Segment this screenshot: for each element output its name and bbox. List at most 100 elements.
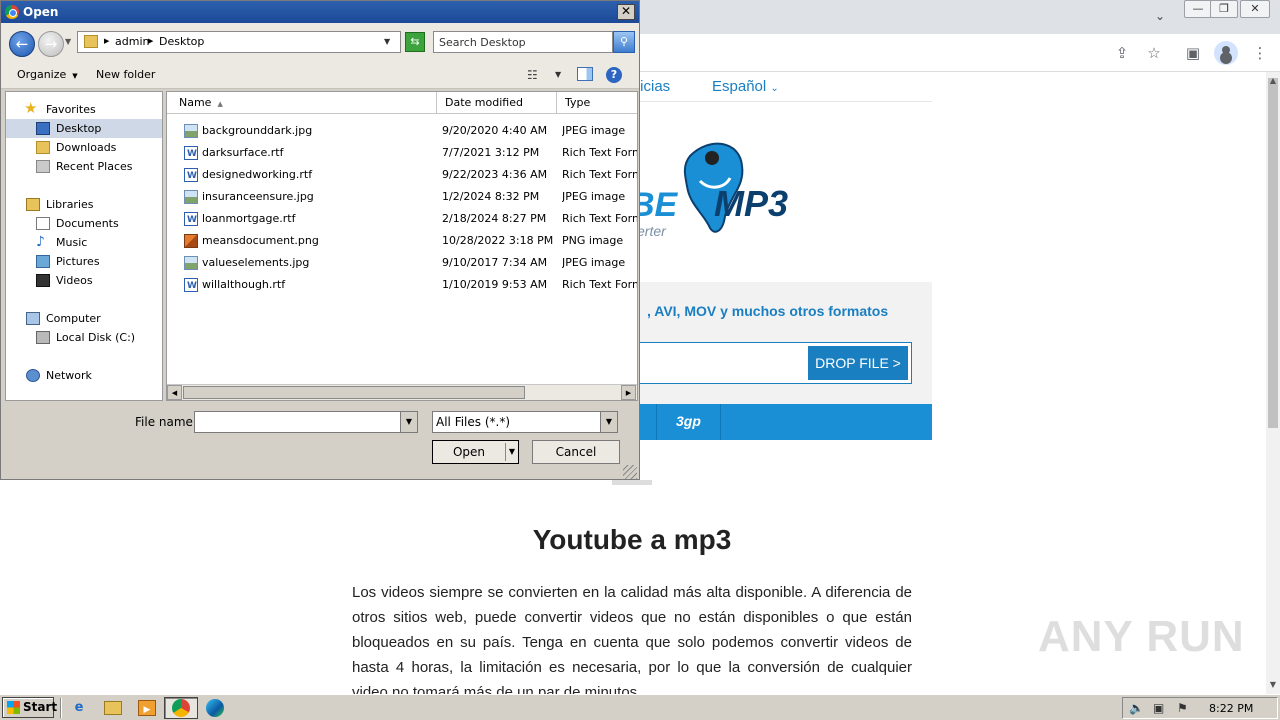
profile-avatar[interactable] [1214, 41, 1238, 65]
nav-local-disk[interactable]: Local Disk (C:) [6, 328, 162, 347]
nav-favorites[interactable]: ★ Favorites [6, 99, 162, 119]
nav-pictures[interactable]: Pictures [6, 252, 162, 271]
new-folder-button[interactable]: New folder [96, 68, 155, 81]
window-close-button[interactable]: ✕ [1240, 0, 1270, 18]
network-tray-icon[interactable]: ▣ [1153, 701, 1164, 715]
nav-videos[interactable]: Videos [6, 271, 162, 290]
scroll-up-icon[interactable]: ▲ [1268, 76, 1278, 85]
file-date: 7/7/2021 3:12 PM [442, 146, 540, 159]
preview-pane-icon[interactable] [577, 67, 593, 81]
file-row[interactable]: valueselements.jpg 9/10/2017 7:34 AM JPEG … [167, 252, 637, 274]
help-icon[interactable]: ? [606, 67, 622, 83]
edge-icon[interactable] [206, 699, 224, 717]
formats-text: , AVI, MOV y muchos otros formatos [647, 303, 889, 319]
file-type: PNG image [562, 234, 624, 247]
volume-icon[interactable]: 🔈 [1129, 701, 1144, 715]
dialog-titlebar[interactable]: Open ✕ [1, 1, 639, 23]
horizontal-scrollbar[interactable]: ◀ ▶ [167, 384, 637, 400]
clock[interactable]: 8:22 PM [1209, 702, 1253, 715]
file-name: backgrounddark.jpg [202, 124, 313, 137]
refresh-icon[interactable]: ⇆ [405, 32, 425, 52]
column-header-name[interactable]: Name ▲ [167, 92, 437, 114]
rtf-file-icon [184, 275, 198, 297]
open-options-dropdown-icon[interactable]: ▼ [507, 441, 517, 463]
file-row[interactable]: insuranceensure.jpg 1/2/2024 8:32 PM JPEG … [167, 186, 637, 208]
jpg-file-icon [184, 190, 198, 204]
format-3gp[interactable]: 3gp [676, 413, 701, 429]
file-list: Name ▲ Date modified Type backgrounddark.… [166, 91, 638, 401]
file-row[interactable]: darksurface.rtf 7/7/2021 3:12 PM Rich Text… [167, 142, 637, 165]
share-icon[interactable]: ⇪ [1111, 42, 1133, 64]
side-panel-icon[interactable]: ▣ [1182, 42, 1204, 64]
breadcrumb[interactable]: ▶ admin ▶ Desktop ▼ [77, 31, 401, 53]
file-type: JPEG image [562, 190, 626, 203]
nav-recent-places[interactable]: Recent Places [6, 157, 162, 176]
nav-label: Libraries [46, 198, 94, 211]
file-type-select[interactable]: All Files (*.*) [432, 411, 618, 433]
search-icon[interactable]: ⚲ [613, 31, 635, 53]
nav-music[interactable]: ♪ Music [6, 233, 162, 252]
nav-link-noticias[interactable]: ticias [636, 78, 670, 95]
nav-downloads[interactable]: Downloads [6, 138, 162, 157]
minimize-button[interactable]: — [1184, 0, 1212, 18]
horizontal-scroll-thumb[interactable] [183, 386, 525, 399]
nav-link-language[interactable]: Español ⌄ [712, 78, 779, 95]
file-type-dropdown-icon[interactable]: ▼ [600, 412, 617, 432]
internet-explorer-icon[interactable]: e [70, 699, 88, 717]
nav-network[interactable]: Network [6, 366, 162, 385]
breadcrumb-arrow-icon[interactable]: ▶ [104, 37, 109, 45]
views-dropdown-icon[interactable]: ▼ [555, 70, 561, 79]
media-player-icon[interactable]: ▶ [138, 700, 156, 716]
file-type: JPEG image [562, 256, 626, 269]
resize-grip-icon[interactable] [623, 465, 637, 479]
scroll-left-icon[interactable]: ◀ [167, 385, 182, 400]
nav-libraries[interactable]: Libraries [6, 195, 162, 214]
nav-desktop[interactable]: Desktop [6, 119, 162, 138]
file-name: designedworking.rtf [202, 168, 313, 181]
drop-file-button[interactable]: DROP FILE > [808, 346, 908, 380]
file-name-dropdown-icon[interactable]: ▼ [400, 412, 417, 432]
action-center-flag-icon[interactable]: ⚑ [1177, 701, 1188, 715]
breadcrumb-dropdown-icon[interactable]: ▼ [384, 37, 390, 46]
file-date: 2/18/2024 8:27 PM [442, 212, 547, 225]
file-name-input[interactable] [194, 411, 418, 433]
back-button[interactable]: ← [9, 31, 35, 57]
scrollbar-thumb[interactable] [1268, 78, 1278, 428]
file-name: loanmortgage.rtf [202, 212, 296, 225]
file-row[interactable]: loanmortgage.rtf 2/18/2024 8:27 PM Rich Te… [167, 208, 637, 231]
nav-documents[interactable]: Documents [6, 214, 162, 233]
column-header-date[interactable]: Date modified [437, 92, 557, 114]
search-input[interactable]: Search Desktop [433, 31, 613, 53]
organize-button[interactable]: Organize ▼ [17, 68, 78, 81]
restore-button[interactable]: ❐ [1210, 0, 1238, 18]
open-button[interactable]: Open ▼ [432, 440, 519, 464]
file-row[interactable]: backgrounddark.jpg 9/20/2020 4:40 AM JPEG … [167, 120, 637, 142]
file-row[interactable]: designedworking.rtf 9/22/2023 4:36 AM Rich… [167, 164, 637, 187]
forward-button[interactable]: → [38, 31, 64, 57]
pictures-icon [36, 255, 50, 268]
history-dropdown-icon[interactable]: ▼ [65, 37, 71, 46]
breadcrumb-arrow-icon[interactable]: ▶ [148, 37, 153, 45]
browser-menu-icon[interactable]: ⋮ [1249, 42, 1271, 64]
file-row[interactable]: willalthough.rtf 1/10/2019 9:53 AM Rich Te… [167, 274, 637, 297]
page-scrollbar[interactable] [1266, 72, 1280, 694]
collapse-tab[interactable] [612, 480, 652, 485]
column-header-type[interactable]: Type [557, 92, 637, 114]
cancel-button[interactable]: Cancel [532, 440, 620, 464]
start-button[interactable]: Start [2, 697, 57, 718]
file-explorer-icon[interactable] [104, 701, 122, 715]
dialog-close-button[interactable]: ✕ [617, 4, 635, 20]
file-date: 9/10/2017 7:34 AM [442, 256, 548, 269]
music-icon: ♪ [36, 234, 45, 250]
bookmark-star-icon[interactable]: ☆ [1143, 42, 1165, 64]
scroll-right-icon[interactable]: ▶ [621, 385, 636, 400]
file-row[interactable]: meansdocument.png 10/28/2022 3:18 PM PNG i… [167, 230, 637, 252]
nav-computer[interactable]: Computer [6, 309, 162, 328]
views-icon[interactable]: ☷ [527, 68, 538, 82]
breadcrumb-desktop[interactable]: Desktop [159, 35, 204, 48]
tab-search-chevron-icon[interactable]: ⌄ [1150, 6, 1170, 26]
organize-label: Organize [17, 68, 67, 81]
chrome-icon[interactable] [172, 699, 190, 717]
breadcrumb-admin[interactable]: admin [115, 35, 149, 48]
scroll-down-icon[interactable]: ▼ [1268, 680, 1278, 689]
